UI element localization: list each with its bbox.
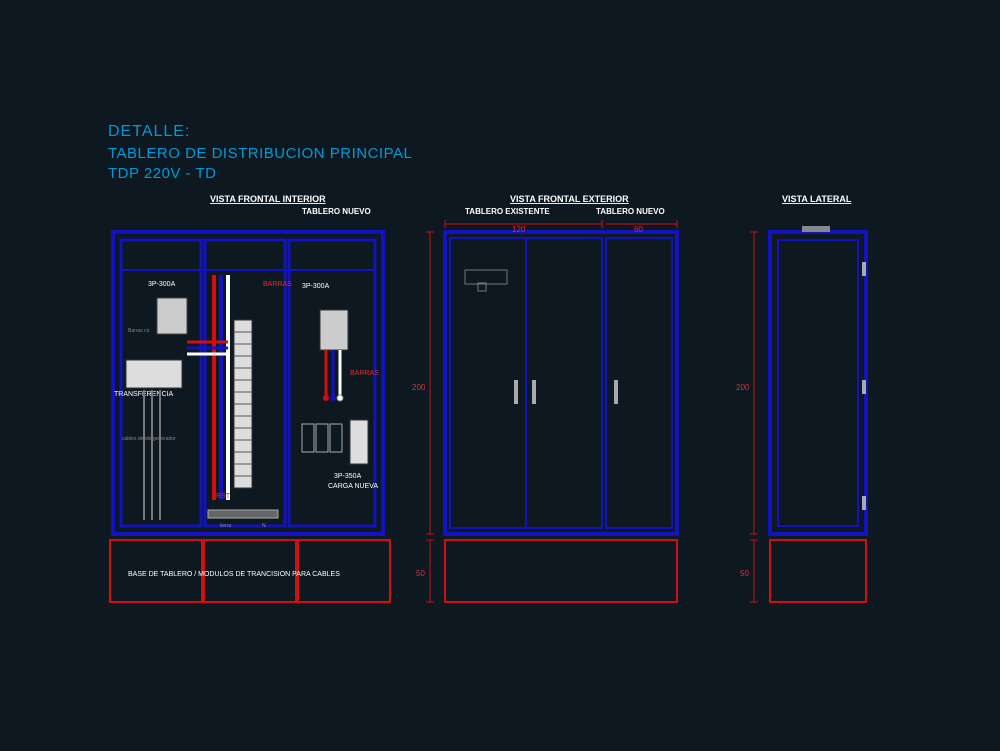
dim-h-main-lat: 200 <box>736 383 750 392</box>
handle-new <box>614 380 618 404</box>
handle-r <box>532 380 536 404</box>
dim-w-left: 120 <box>512 225 526 234</box>
interior-sub: TABLERO NUEVO <box>302 207 371 216</box>
cables-label: cables desde generador <box>122 436 176 442</box>
lateral-heading: VISTA LATERAL <box>782 194 852 204</box>
barras2-label: BARRAS <box>350 370 379 377</box>
title-line2: TABLERO DE DISTRIBUCION PRINCIPAL <box>108 145 412 162</box>
base-label: BASE DE TABLERO / MODULOS DE TRANCISION … <box>128 571 340 578</box>
rst-label: RST <box>216 493 231 500</box>
n-label: N <box>262 523 266 529</box>
cad-drawing: DETALLE: TABLERO DE DISTRIBUCION PRINCIP… <box>0 0 1000 751</box>
dim-w-right: 60 <box>634 225 643 234</box>
breaker3-label: 3P-350A <box>334 473 362 480</box>
handle-l <box>514 380 518 404</box>
dim-h-base-ext: 50 <box>416 569 425 578</box>
barras1-label: BARRAS <box>263 281 292 288</box>
lat-cap <box>802 226 830 232</box>
breaker-device3 <box>350 420 368 464</box>
breaker1-label: 3P-300A <box>148 281 176 288</box>
interior-heading: VISTA FRONTAL INTERIOR <box>210 194 326 204</box>
tierra-label: tierra <box>220 523 232 529</box>
exterior-sub-left: TABLERO EXISTENTE <box>465 207 550 216</box>
exterior-sub-right: TABLERO NUEVO <box>596 207 665 216</box>
breaker-device <box>157 298 187 334</box>
carga-label: CARGA NUEVA <box>328 483 378 490</box>
ground-bar <box>208 510 278 518</box>
barras-cu-label: Barras cu <box>128 328 150 334</box>
dim-h-main-ext: 200 <box>412 383 426 392</box>
exterior-heading: VISTA FRONTAL EXTERIOR <box>510 194 629 204</box>
breaker2-label: 3P-300A <box>302 283 330 290</box>
title-line1: DETALLE: <box>108 123 190 140</box>
breaker-device2 <box>320 310 348 350</box>
transfer-block <box>126 360 182 388</box>
dim-h-base-lat: 50 <box>740 569 749 578</box>
title-line3: TDP 220V - TD <box>108 165 216 182</box>
